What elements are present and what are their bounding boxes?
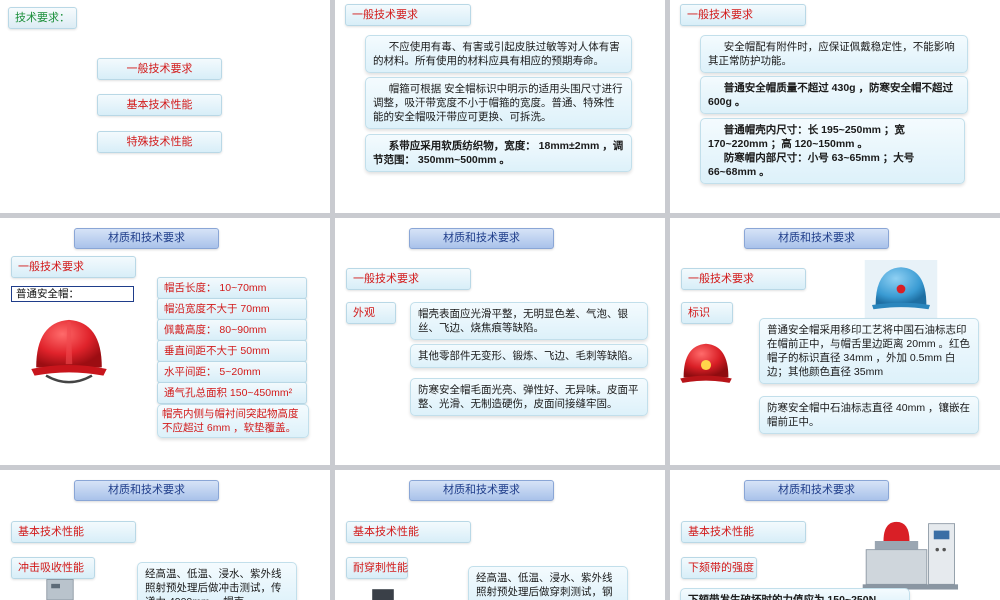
slide8-para1: 经高温、低温、浸水、紫外线照射预处理后做穿刺测试，钢锥不得接触头模表面 [468, 566, 628, 600]
spec-item: 水平间距： 5~20mm [157, 361, 307, 383]
slide3-para1: 安全帽配有附件时，应保证佩戴稳定性，不能影响其正常防护功能。 [700, 35, 968, 73]
red-helmet-image [31, 319, 107, 384]
slide-9[interactable]: 材质和技术要求 基本技术性能 下颏带的强度 下颏带发生破坏时的力值应为 150~… [670, 470, 1000, 600]
item-special-performance[interactable]: 特殊技术性能 [97, 131, 222, 153]
slide3-para3: 普通帽壳内尺寸：长 195~250mm ；宽 170~220mm ；高 120~… [700, 118, 965, 184]
slide-8[interactable]: 材质和技术要求 基本技术性能 耐穿刺性能 经高温、低温、浸水、紫外线照射预处理后… [335, 470, 665, 600]
slide9-para1: 下颏带发生破坏时的力值应为 150~250N [680, 588, 910, 600]
ordinary-helmet-label: 普通安全帽： [11, 286, 134, 302]
puncture-test-machine-image [372, 589, 394, 600]
slide5-para3: 防寒安全帽毛面光亮、弹性好、无异味。皮面平整、光滑、无制造硬伤，皮面间接缝牢固。 [410, 378, 648, 416]
slide7-para1: 经高温、低温、浸水、紫外线照射预处理后做冲击测试，传递力 4900mm ，帽壳 [137, 562, 297, 600]
spec-item: 佩戴高度： 80~90mm [157, 319, 307, 341]
slide-5[interactable]: 材质和技术要求 一般技术要求 外观 帽壳表面应光滑平整，无明显色差、气泡、银丝、… [335, 218, 665, 465]
slide-2[interactable]: 一般技术要求 不应使用有毒、有害或引起皮肤过敏等对人体有害的材料。所有使用的材料… [335, 0, 665, 213]
slide3-para3a: 普通帽壳内尺寸：长 195~250mm ；宽 170~220mm ；高 120~… [708, 124, 905, 150]
slide3-para2: 普通安全帽质量不超过 430g ，防寒安全帽不超过 600g 。 [700, 76, 968, 114]
puncture-resistance-tag: 耐穿刺性能 [346, 557, 408, 579]
slide2-para2: 帽箍可根据 安全帽标识中明示的适用头围尺寸进行调整，吸汗带宽度不小于帽箍的宽度。… [365, 77, 632, 129]
slide3-para3b: 防寒帽内部尺寸：小号 63~65mm ；大号 66~68mm 。 [708, 152, 915, 178]
slide4-header: 材质和技术要求 [74, 228, 219, 249]
slide7-header: 材质和技术要求 [74, 480, 219, 501]
spec-item: 垂直间距不大于 50mm [157, 340, 307, 362]
slide6-para1: 普通安全帽采用移印工艺将中国石油标志印在帽前正中，与帽舌里边距离 20mm 。红… [759, 318, 979, 384]
slide-6[interactable]: 材质和技术要求 一般技术要求 标识 普通安全帽采用移印工艺将中国石油标志印在帽前… [670, 218, 1000, 465]
slide-7[interactable]: 材质和技术要求 基本技术性能 冲击吸收性能 经高温、低温、浸水、紫外线照射预处理… [0, 470, 330, 600]
spec-item: 帽沿宽度不大于 70mm [157, 298, 307, 320]
blue-helmet-image [864, 260, 938, 318]
slide2-tag: 一般技术要求 [345, 4, 471, 26]
spec-item: 帽舌长度： 10~70mm [157, 277, 307, 299]
slide5-tag: 一般技术要求 [346, 268, 471, 290]
chin-strap-test-machine-image [862, 521, 959, 590]
slide9-tag: 基本技术性能 [681, 521, 806, 543]
appearance-section-tag: 外观 [346, 302, 396, 324]
slide8-tag: 基本技术性能 [346, 521, 471, 543]
slide7-tag: 基本技术性能 [11, 521, 136, 543]
slide8-header: 材质和技术要求 [409, 480, 554, 501]
spec-item-last: 帽壳内侧与帽衬间突起物高度不应超过 6mm ，软垫覆盖。 [157, 404, 309, 438]
slide5-header: 材质和技术要求 [409, 228, 554, 249]
slide3-tag: 一般技术要求 [680, 4, 806, 26]
slide9-header: 材质和技术要求 [744, 480, 889, 501]
slide4-tag: 一般技术要求 [11, 256, 136, 278]
impact-absorption-tag: 冲击吸收性能 [11, 557, 95, 579]
slide6-header: 材质和技术要求 [744, 228, 889, 249]
spec-item: 通气孔总面积 150~450mm² [157, 382, 307, 404]
slide2-para1: 不应使用有毒、有害或引起皮肤过敏等对人体有害的材料。所有使用的材料应具有相应的预… [365, 35, 632, 73]
red-helmet-logo-image [680, 343, 732, 383]
slide6-para2: 防寒安全帽中石油标志直径 40mm ，镶嵌在帽前正中。 [759, 396, 979, 434]
marking-section-tag: 标识 [681, 302, 733, 324]
slide-1[interactable]: 技术要求： 一般技术要求 基本技术性能 特殊技术性能 [0, 0, 330, 213]
slide6-tag: 一般技术要求 [681, 268, 806, 290]
slide-3[interactable]: 一般技术要求 安全帽配有附件时，应保证佩戴稳定性，不能影响其正常防护功能。 普通… [670, 0, 1000, 213]
slide-4[interactable]: 材质和技术要求 一般技术要求 普通安全帽： 帽舌长度： 10~70mm 帽沿宽度… [0, 218, 330, 465]
slide2-para3: 系带应采用软质纺织物，宽度： 18mm±2mm ，调节范围： 350mm~500… [365, 134, 632, 172]
item-general-requirements[interactable]: 一般技术要求 [97, 58, 222, 80]
slide1-tag: 技术要求： [8, 7, 77, 29]
slide5-para2: 其他零部件无变形、锻炼、飞边、毛刺等缺陷。 [410, 344, 648, 368]
chin-strap-strength-tag: 下颏带的强度 [681, 557, 757, 579]
item-basic-performance[interactable]: 基本技术性能 [97, 94, 222, 116]
slide5-para1: 帽壳表面应光滑平整，无明显色差、气泡、银丝、飞边、烧焦痕等缺陷。 [410, 302, 648, 340]
impact-test-machine-image [46, 579, 74, 600]
